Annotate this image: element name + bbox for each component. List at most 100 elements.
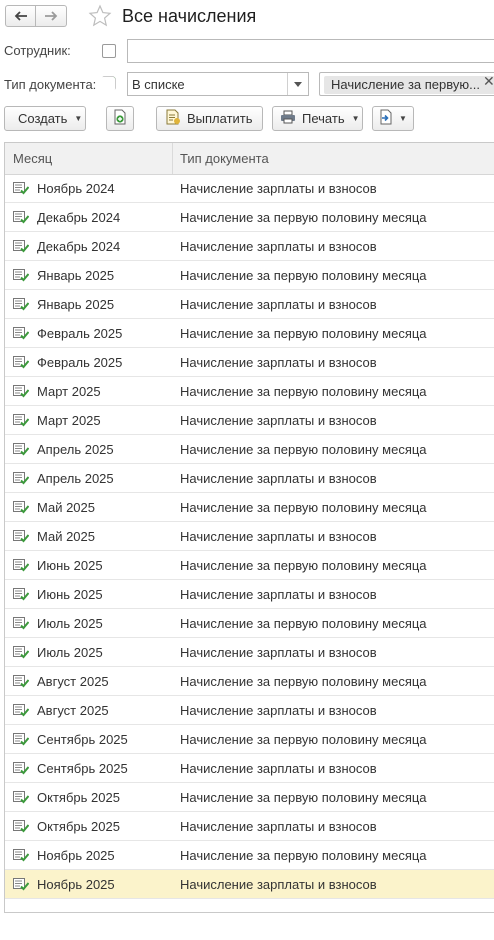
doc-type-filter-checkbox[interactable] bbox=[101, 75, 117, 94]
posted-document-icon bbox=[13, 211, 30, 224]
doc-type-mode-select[interactable]: В списке bbox=[127, 72, 309, 96]
row-month: Январь 2025 bbox=[37, 268, 115, 283]
posted-document-icon bbox=[13, 385, 30, 398]
row-month: Июнь 2025 bbox=[37, 587, 103, 602]
row-doc-type: Начисление за первую половину месяца bbox=[180, 674, 427, 689]
row-month: Июль 2025 bbox=[37, 645, 103, 660]
row-doc-type: Начисление за первую половину месяца bbox=[180, 616, 427, 631]
chevron-down-icon: ▼ bbox=[399, 114, 407, 123]
column-header-doc-type[interactable]: Тип документа bbox=[180, 151, 269, 166]
related-documents-button[interactable]: ▼ bbox=[372, 106, 414, 131]
pay-button[interactable]: Выплатить bbox=[156, 106, 263, 131]
row-doc-type: Начисление зарплаты и взносов bbox=[180, 355, 377, 370]
row-doc-type: Начисление зарплаты и взносов bbox=[180, 819, 377, 834]
row-doc-type: Начисление зарплаты и взносов bbox=[180, 587, 377, 602]
table-row[interactable]: Июнь 2025 Начисление зарплаты и взносов bbox=[5, 580, 494, 609]
close-icon[interactable]: ✕ bbox=[483, 73, 494, 90]
table-row[interactable]: Август 2025 Начисление за первую половину… bbox=[5, 667, 494, 696]
doc-type-value-field[interactable]: Начисление за первую... ✕ bbox=[319, 72, 494, 96]
posted-document-icon bbox=[13, 559, 30, 572]
posted-document-icon bbox=[13, 356, 30, 369]
star-icon[interactable] bbox=[88, 4, 112, 31]
table-row[interactable]: Декабрь 2024 Начисление зарплаты и взносо… bbox=[5, 232, 494, 261]
row-doc-type: Начисление зарплаты и взносов bbox=[180, 181, 377, 196]
row-doc-type: Начисление за первую половину месяца bbox=[180, 384, 427, 399]
posted-document-icon bbox=[13, 878, 30, 891]
row-doc-type: Начисление зарплаты и взносов bbox=[180, 529, 377, 544]
doc-type-mode-value: В списке bbox=[132, 77, 185, 92]
row-doc-type: Начисление за первую половину месяца bbox=[180, 500, 427, 515]
row-month: Ноябрь 2025 bbox=[37, 877, 115, 892]
column-divider bbox=[172, 143, 173, 174]
printer-icon bbox=[280, 110, 296, 127]
table-row[interactable]: Октябрь 2025 Начисление зарплаты и взносо… bbox=[5, 812, 494, 841]
forward-button[interactable] bbox=[36, 5, 67, 27]
row-doc-type: Начисление за первую половину месяца bbox=[180, 442, 427, 457]
row-doc-type: Начисление за первую половину месяца bbox=[180, 732, 427, 747]
print-button[interactable]: Печать ▼ bbox=[272, 106, 363, 131]
row-month: Апрель 2025 bbox=[37, 471, 114, 486]
arrow-right-icon bbox=[44, 11, 58, 21]
posted-document-icon bbox=[13, 414, 30, 427]
table-row[interactable]: Октябрь 2025 Начисление за первую половин… bbox=[5, 783, 494, 812]
doc-type-value: Начисление за первую... bbox=[331, 77, 480, 92]
row-month: Февраль 2025 bbox=[37, 355, 123, 370]
row-doc-type: Начисление зарплаты и взносов bbox=[180, 413, 377, 428]
posted-document-icon bbox=[13, 791, 30, 804]
row-doc-type: Начисление зарплаты и взносов bbox=[180, 703, 377, 718]
posted-document-icon bbox=[13, 530, 30, 543]
back-button[interactable] bbox=[5, 5, 36, 27]
table-row[interactable]: Март 2025 Начисление зарплаты и взносов bbox=[5, 406, 494, 435]
table-row[interactable]: Январь 2025 Начисление зарплаты и взносов bbox=[5, 290, 494, 319]
row-month: Сентябрь 2025 bbox=[37, 761, 128, 776]
table-row[interactable]: Сентябрь 2025 Начисление за первую полови… bbox=[5, 725, 494, 754]
create-document-icon bbox=[112, 109, 128, 128]
posted-document-icon bbox=[13, 269, 30, 282]
table-row[interactable]: Ноябрь 2025 Начисление зарплаты и взносов bbox=[5, 870, 494, 899]
posted-document-icon bbox=[13, 762, 30, 775]
row-doc-type: Начисление зарплаты и взносов bbox=[180, 761, 377, 776]
row-month: Январь 2025 bbox=[37, 297, 115, 312]
posted-document-icon bbox=[13, 733, 30, 746]
table-row[interactable]: Сентябрь 2025 Начисление зарплаты и взнос… bbox=[5, 754, 494, 783]
row-doc-type: Начисление за первую половину месяца bbox=[180, 558, 427, 573]
table-row[interactable]: Январь 2025 Начисление за первую половину… bbox=[5, 261, 494, 290]
table-row[interactable]: Июль 2025 Начисление зарплаты и взносов bbox=[5, 638, 494, 667]
table-row[interactable]: Ноябрь 2024 Начисление зарплаты и взносов bbox=[5, 174, 494, 203]
table-row[interactable]: Апрель 2025 Начисление зарплаты и взносов bbox=[5, 464, 494, 493]
table-row[interactable]: Ноябрь 2025 Начисление за первую половину… bbox=[5, 841, 494, 870]
row-month: Июнь 2025 bbox=[37, 558, 103, 573]
pay-document-icon bbox=[165, 109, 181, 128]
create-button[interactable]: Создать ▼ bbox=[4, 106, 86, 131]
row-month: Февраль 2025 bbox=[37, 326, 123, 341]
row-month: Июль 2025 bbox=[37, 616, 103, 631]
row-doc-type: Начисление зарплаты и взносов bbox=[180, 297, 377, 312]
employee-label: Сотрудник: bbox=[4, 43, 71, 58]
employee-filter-checkbox[interactable] bbox=[102, 44, 116, 58]
table-row[interactable]: Декабрь 2024 Начисление за первую половин… bbox=[5, 203, 494, 232]
table-row[interactable]: Февраль 2025 Начисление зарплаты и взносо… bbox=[5, 348, 494, 377]
employee-field[interactable] bbox=[127, 39, 494, 63]
posted-document-icon bbox=[13, 182, 30, 195]
page-title: Все начисления bbox=[122, 6, 257, 26]
table-row[interactable]: Август 2025 Начисление зарплаты и взносов bbox=[5, 696, 494, 725]
row-month: Март 2025 bbox=[37, 413, 101, 428]
row-month: Март 2025 bbox=[37, 384, 101, 399]
row-doc-type: Начисление зарплаты и взносов bbox=[180, 471, 377, 486]
table-row[interactable]: Март 2025 Начисление за первую половину м… bbox=[5, 377, 494, 406]
row-month: Декабрь 2024 bbox=[37, 239, 121, 254]
table-header: Месяц Тип документа bbox=[5, 143, 494, 175]
table-row[interactable]: Апрель 2025 Начисление за первую половину… bbox=[5, 435, 494, 464]
create-copy-button[interactable] bbox=[106, 106, 134, 131]
doc-type-label: Тип документа: bbox=[4, 77, 97, 92]
column-header-month[interactable]: Месяц bbox=[13, 151, 52, 166]
table-row[interactable]: Май 2025 Начисление зарплаты и взносов bbox=[5, 522, 494, 551]
posted-document-icon bbox=[13, 298, 30, 311]
table-row[interactable]: Февраль 2025 Начисление за первую половин… bbox=[5, 319, 494, 348]
documents-table[interactable]: Месяц Тип документа Ноябрь 2024 Начислени… bbox=[4, 142, 494, 913]
table-row[interactable]: Июль 2025 Начисление за первую половину м… bbox=[5, 609, 494, 638]
table-row[interactable]: Июнь 2025 Начисление за первую половину м… bbox=[5, 551, 494, 580]
table-row[interactable]: Май 2025 Начисление за первую половину ме… bbox=[5, 493, 494, 522]
chevron-down-icon[interactable] bbox=[287, 73, 308, 95]
doc-type-value-chip[interactable]: Начисление за первую... bbox=[324, 76, 494, 94]
